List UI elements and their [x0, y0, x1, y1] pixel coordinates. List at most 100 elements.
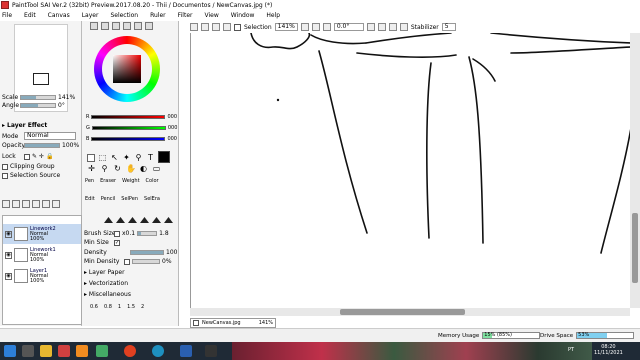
- hsv-slider-toggle[interactable]: [112, 22, 120, 30]
- menu-selection[interactable]: Selection: [110, 12, 138, 19]
- rgb-slider-toggle[interactable]: [101, 22, 109, 30]
- menu-canvas[interactable]: Canvas: [48, 12, 70, 19]
- document-tab[interactable]: NewCanvas.jpg 141%: [190, 318, 276, 328]
- lasso-tool-icon[interactable]: ↖: [110, 153, 119, 162]
- brush-tip-shape[interactable]: [164, 217, 173, 223]
- zoom-reset-button[interactable]: [322, 23, 331, 31]
- min-density-slider[interactable]: [132, 259, 160, 264]
- transparent-color-swatch[interactable]: [87, 153, 95, 162]
- drawing-canvas[interactable]: [190, 33, 630, 308]
- magic-wand-icon[interactable]: ✦: [122, 153, 131, 162]
- clipping-group-checkbox[interactable]: [2, 163, 8, 170]
- brush-lock-icon[interactable]: ✎: [32, 153, 37, 160]
- menu-ruler[interactable]: Ruler: [150, 12, 166, 19]
- tool-color[interactable]: Color: [146, 178, 159, 184]
- opacity-slider[interactable]: [24, 143, 60, 148]
- clear-layer-button[interactable]: [42, 200, 50, 208]
- delete-layer-button[interactable]: [52, 200, 60, 208]
- miscellaneous-section[interactable]: ▸ Miscellaneous: [84, 291, 131, 298]
- color-wheel-toggle[interactable]: [90, 22, 98, 30]
- density-slider[interactable]: [130, 250, 164, 255]
- red-slider[interactable]: [91, 115, 166, 119]
- layer-item[interactable]: ◉ Linework2 Normal 100%: [3, 224, 81, 244]
- flip-horizontal-button[interactable]: [399, 23, 408, 31]
- chrome-icon[interactable]: [124, 345, 136, 357]
- selection-tool-icon[interactable]: ⬚: [98, 153, 107, 162]
- brush-tip-shape[interactable]: [116, 217, 125, 223]
- size-preset[interactable]: 0.8: [104, 304, 112, 310]
- mode-dropdown[interactable]: Normal: [24, 132, 76, 140]
- layer-effect-header[interactable]: ▸ Layer Effect: [2, 122, 47, 129]
- tool-eraser[interactable]: Eraser: [100, 178, 116, 184]
- size-preset[interactable]: 0.6: [90, 304, 98, 310]
- stabilizer-dropdown[interactable]: 5: [441, 23, 456, 31]
- green-slider[interactable]: [91, 126, 166, 130]
- tool-pen[interactable]: Pen: [85, 178, 94, 184]
- menu-edit[interactable]: Edit: [24, 12, 36, 19]
- zoom-tool-icon[interactable]: ⚲: [100, 164, 109, 173]
- tool-edit[interactable]: Edit: [85, 196, 95, 202]
- layer-paper-section[interactable]: ▸ Layer Paper: [84, 269, 125, 276]
- tool-pencil[interactable]: Pencil: [101, 196, 116, 202]
- new-folder-button[interactable]: [12, 200, 20, 208]
- brush-size-lock-checkbox[interactable]: [114, 230, 120, 237]
- taskbar-app-icon[interactable]: [76, 345, 88, 357]
- menu-view[interactable]: View: [204, 12, 218, 19]
- zoom-in-button[interactable]: [311, 23, 320, 31]
- start-icon[interactable]: [4, 345, 16, 357]
- size-preset[interactable]: 1: [118, 304, 121, 310]
- size-preset[interactable]: 2: [141, 304, 144, 310]
- current-color-swatch[interactable]: [158, 151, 170, 163]
- vertical-scroll-thumb[interactable]: [632, 213, 638, 283]
- rotate-left-button[interactable]: [366, 23, 375, 31]
- visibility-eye-icon[interactable]: ◉: [5, 272, 12, 280]
- horizontal-scroll-thumb[interactable]: [340, 309, 465, 315]
- zoom-field[interactable]: 141%: [274, 23, 298, 31]
- lock-icon[interactable]: 🔒: [46, 153, 53, 160]
- brush-tip-shape[interactable]: [152, 217, 161, 223]
- sai-app-icon[interactable]: [58, 345, 70, 357]
- brush-tip-shape[interactable]: [104, 217, 113, 223]
- new-vector-layer-button[interactable]: [22, 200, 30, 208]
- deselect-button[interactable]: [212, 23, 220, 31]
- clock[interactable]: 08:20 11/11/2021: [594, 344, 623, 356]
- visibility-eye-icon[interactable]: ◉: [5, 251, 12, 259]
- taskbar-app-icon[interactable]: [205, 345, 217, 357]
- search-icon[interactable]: [22, 345, 34, 357]
- brush-size-slider[interactable]: [137, 231, 158, 236]
- visibility-eye-icon[interactable]: ◉: [5, 230, 12, 238]
- min-size-checkbox[interactable]: [114, 239, 120, 246]
- undo-button[interactable]: [190, 23, 198, 31]
- blue-slider[interactable]: [91, 137, 166, 141]
- tool-weight[interactable]: Weight: [122, 178, 139, 184]
- gradient-tool-icon[interactable]: ▭: [152, 164, 161, 173]
- document-tab-checkbox[interactable]: [193, 320, 199, 326]
- rotation-field[interactable]: 0.0°: [333, 23, 364, 31]
- saturation-value-square[interactable]: [113, 55, 141, 83]
- bucket-tool-icon[interactable]: ◐: [139, 164, 148, 173]
- rotate-reset-button[interactable]: [388, 23, 397, 31]
- menu-window[interactable]: Window: [231, 12, 255, 19]
- menu-help[interactable]: Help: [266, 12, 280, 19]
- redo-button[interactable]: [201, 23, 209, 31]
- scale-slider[interactable]: [20, 95, 56, 100]
- move-lock-icon[interactable]: ✛: [39, 153, 44, 160]
- size-preset[interactable]: 1.5: [127, 304, 135, 310]
- rotate-tool-icon[interactable]: ↻: [113, 164, 122, 173]
- color-mixer-toggle[interactable]: [123, 22, 131, 30]
- horizontal-scrollbar[interactable]: [190, 308, 630, 316]
- edge-icon[interactable]: [152, 345, 164, 357]
- vertical-scrollbar[interactable]: [630, 33, 640, 308]
- tool-selera[interactable]: SelEra: [144, 196, 160, 202]
- lock-transparency-checkbox[interactable]: [24, 153, 30, 160]
- file-explorer-icon[interactable]: [40, 345, 52, 357]
- swatches-toggle[interactable]: [134, 22, 142, 30]
- new-layer-button[interactable]: [2, 200, 10, 208]
- layer-item[interactable]: ◉ Layer1 Normal 100%: [3, 266, 81, 286]
- scratchpad-toggle[interactable]: [145, 22, 153, 30]
- selection-checkbox[interactable]: [234, 23, 241, 31]
- rotate-right-button[interactable]: [377, 23, 386, 31]
- menu-filter[interactable]: Filter: [178, 12, 193, 19]
- tool-selpen[interactable]: SelPen: [121, 196, 138, 202]
- brush-tip-shape[interactable]: [140, 217, 149, 223]
